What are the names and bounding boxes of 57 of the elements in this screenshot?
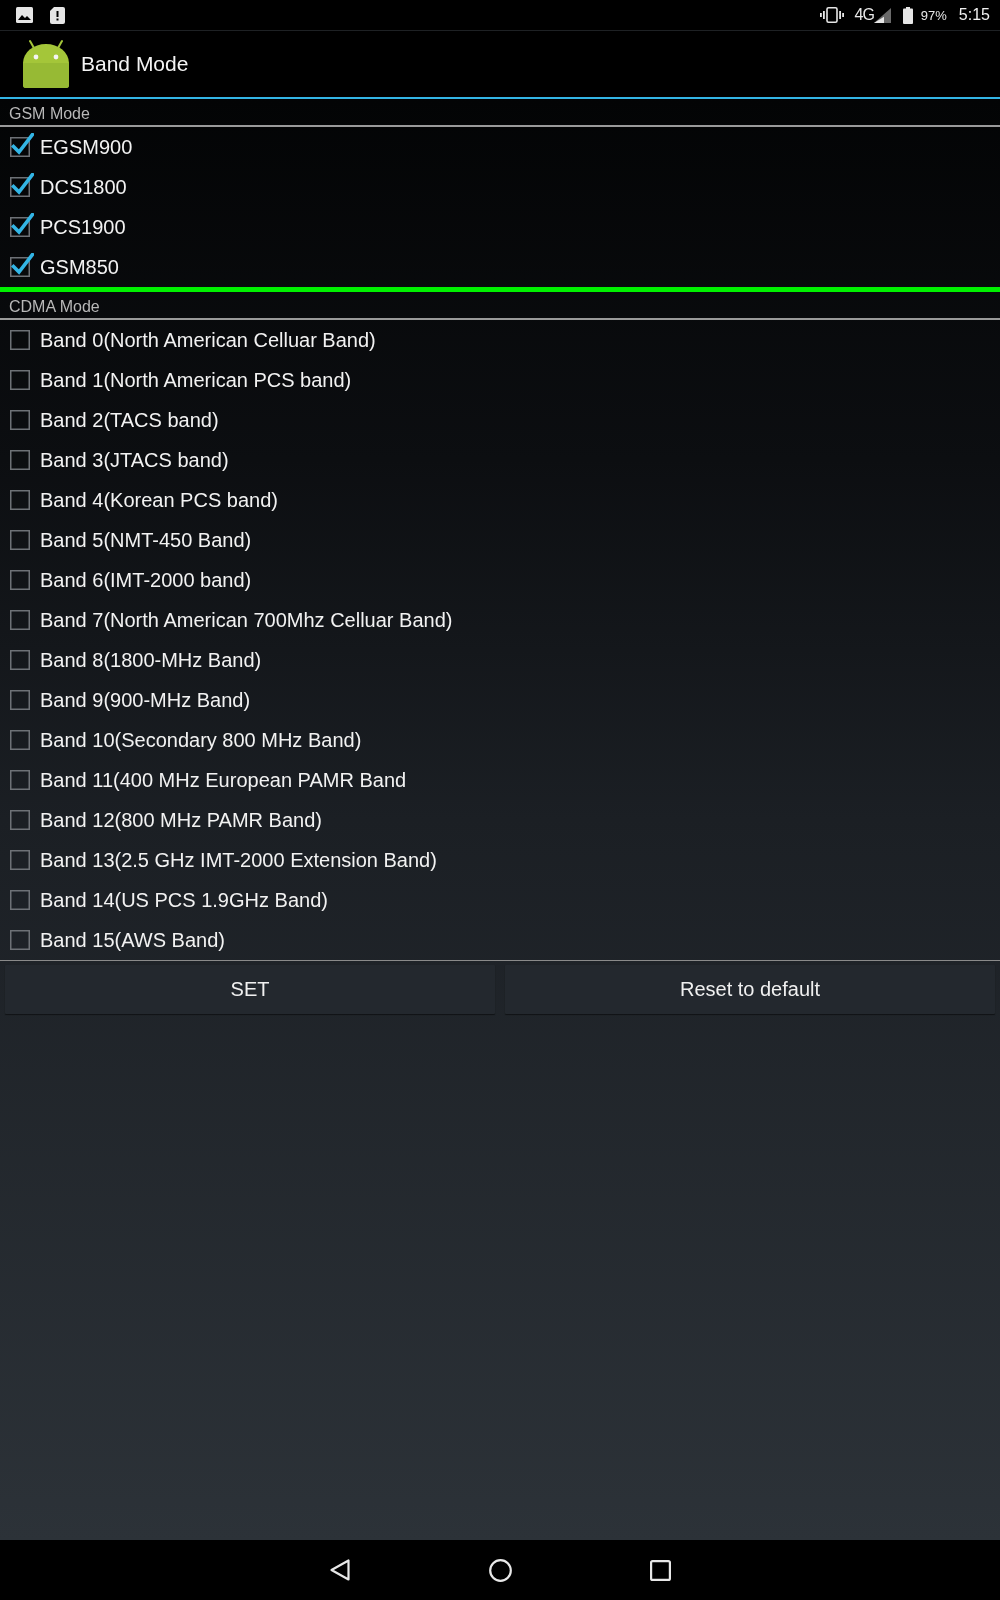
band-option-label: PCS1900 [40,215,126,239]
band-option-label: Band 3(JTACS band) [40,448,229,472]
band-option-label: Band 0(North American Celluar Band) [40,328,376,352]
checkbox[interactable] [10,730,30,750]
clock-time: 5:15 [958,6,990,24]
screen-title: Band Mode [81,52,189,76]
checkbox[interactable] [10,213,34,237]
battery-icon [902,6,913,24]
checkbox[interactable] [10,890,30,910]
signal-icon [873,7,891,23]
home-icon[interactable] [488,1558,512,1582]
band-option-label: Band 13(2.5 GHz IMT-2000 Extension Band) [40,848,437,872]
checkbox[interactable] [10,850,30,870]
checkbox[interactable] [10,770,30,790]
checkbox[interactable] [10,930,30,950]
band-option-label: Band 6(IMT-2000 band) [40,568,252,592]
battery-percentage: 97% [920,7,947,23]
checkbox[interactable] [10,133,34,157]
checkbox[interactable] [10,253,34,277]
section-header: GSM Mode [9,105,90,123]
checkbox[interactable] [10,490,30,510]
checkbox[interactable] [10,570,30,590]
band-option-label: Band 9(900-MHz Band) [40,688,251,712]
checkbox[interactable] [10,610,30,630]
reset-button[interactable]: Reset to default [505,965,995,1014]
set-button[interactable]: SET [5,965,495,1014]
checkbox[interactable] [10,650,30,670]
vibrate-icon [820,7,845,23]
band-option-label: Band 1(North American PCS band) [40,368,352,392]
band-option-label: Band 4(Korean PCS band) [40,488,278,512]
band-option-label: DCS1800 [40,175,127,199]
checkbox[interactable] [10,530,30,550]
back-icon[interactable] [330,1559,350,1581]
checkbox[interactable] [10,450,30,470]
band-option-label: Band 14(US PCS 1.9GHz Band) [40,888,328,912]
band-option-label: Band 11(400 MHz European PAMR Band [40,768,407,792]
band-option-label: Band 7(North American 700Mhz Celluar Band) [40,608,453,632]
checkbox[interactable] [10,330,30,350]
checkbox[interactable] [10,370,30,390]
checkbox[interactable] [10,810,30,830]
section-header: CDMA Mode [9,298,100,316]
checkbox[interactable] [10,173,34,197]
image-icon [16,7,33,23]
alert-icon [50,6,65,24]
checkbox[interactable] [10,410,30,430]
band-option-label: Band 5(NMT-450 Band) [40,528,252,552]
band-option-label: GSM850 [40,255,119,279]
band-option-label: EGSM900 [40,135,133,159]
band-option-label: Band 2(TACS band) [40,408,219,432]
band-option-label: Band 8(1800-MHz Band) [40,648,262,672]
network-type: 4G [854,6,874,24]
checkbox[interactable] [10,690,30,710]
band-option-label: Band 10(Secondary 800 MHz Band) [40,728,362,752]
band-option-label: Band 12(800 MHz PAMR Band) [40,808,322,832]
band-option-label: Band 15(AWS Band) [40,928,225,952]
robot-icon [22,39,70,89]
recents-icon[interactable] [649,1559,671,1581]
